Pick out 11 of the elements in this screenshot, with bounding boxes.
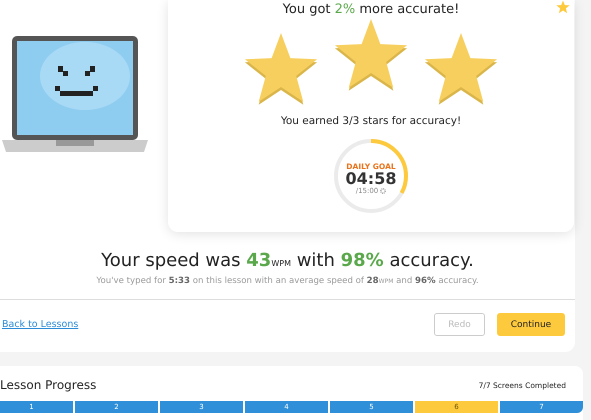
- progress-title: Lesson Progress: [0, 378, 96, 392]
- continue-button[interactable]: Continue: [497, 313, 565, 336]
- star-icon: [423, 31, 499, 105]
- accuracy-headline: You got 2% more accurate!: [282, 2, 460, 17]
- star-icon: [243, 31, 319, 105]
- star-icon: [556, 0, 570, 14]
- star-icon: [333, 17, 409, 91]
- stars-caption: You earned 3/3 stars for accuracy!: [280, 115, 462, 127]
- back-link[interactable]: Back to Lessons: [2, 319, 78, 330]
- goal-time: 04:58: [346, 170, 396, 186]
- settings-icon[interactable]: [380, 188, 386, 194]
